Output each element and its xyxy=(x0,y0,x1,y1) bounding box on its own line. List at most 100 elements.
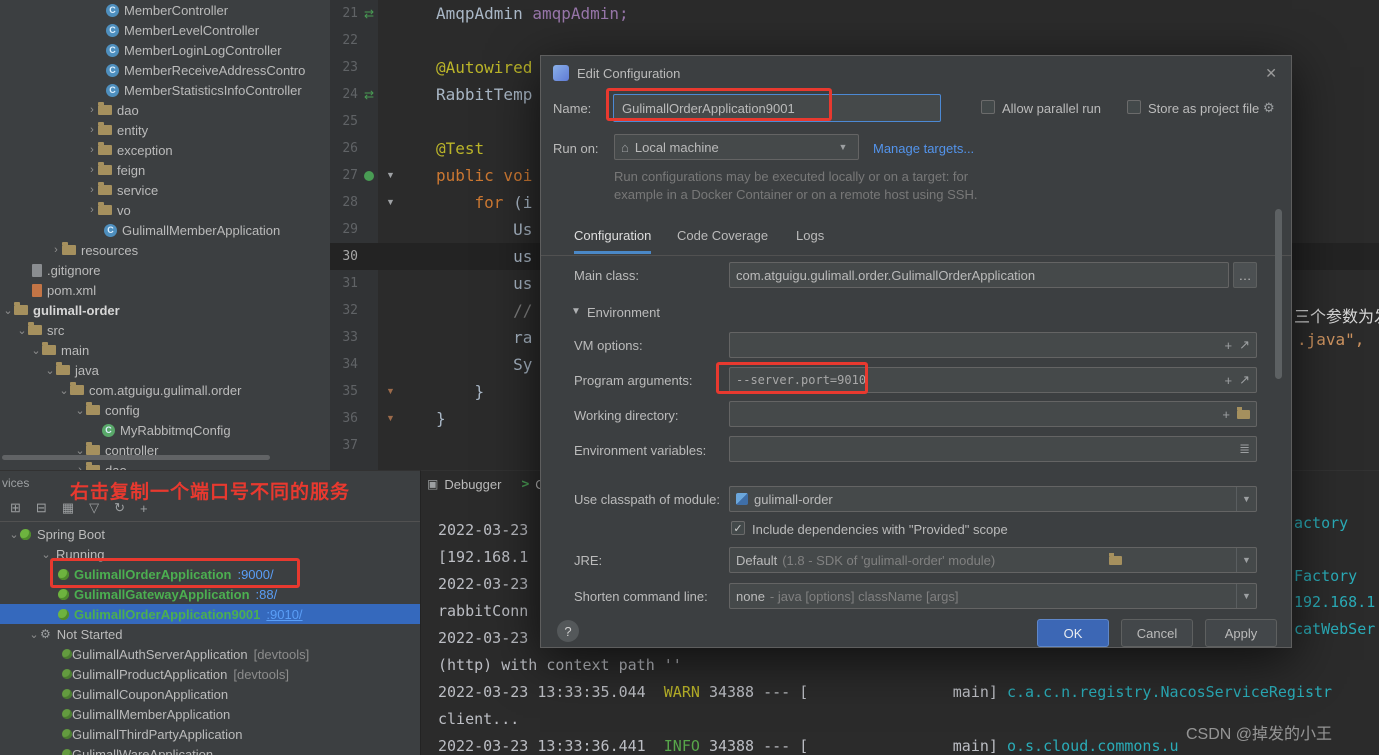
expand-all-icon[interactable]: ⊞ xyxy=(10,500,21,516)
expand-icon[interactable]: ↗ xyxy=(1239,337,1250,353)
chevron-right-icon[interactable] xyxy=(86,104,98,116)
tab-code-coverage[interactable]: Code Coverage xyxy=(677,228,768,251)
tree-item[interactable]: C MemberLevelController xyxy=(0,20,330,40)
classpath-select[interactable]: gulimall-order ▼ xyxy=(729,486,1257,512)
working-directory-field[interactable]: + xyxy=(729,401,1257,427)
chevron-down-icon[interactable]: ▼ xyxy=(1236,487,1256,511)
tree-item[interactable]: resources xyxy=(0,240,330,260)
browse-main-class-button[interactable]: … xyxy=(1233,262,1257,288)
environment-variables-field[interactable]: ≣ xyxy=(729,436,1257,462)
program-arguments-field[interactable]: --server.port=9010 + ↗ xyxy=(729,367,1257,393)
chevron-down-icon[interactable] xyxy=(58,384,70,397)
folder-icon[interactable] xyxy=(1237,406,1250,419)
tree-item[interactable]: src xyxy=(0,320,330,340)
tree-item[interactable]: dao xyxy=(0,460,330,470)
vcs-refresh-icon[interactable]: ⇄ xyxy=(364,88,374,102)
tree-item-module[interactable]: gulimall-order xyxy=(0,300,330,320)
tree-item[interactable]: dao xyxy=(0,100,330,120)
chevron-down-icon[interactable] xyxy=(30,344,42,357)
ok-button[interactable]: OK xyxy=(1037,619,1109,647)
chevron-right-icon[interactable] xyxy=(86,204,98,216)
allow-parallel-checkbox[interactable] xyxy=(981,100,995,114)
run-gutter-icon[interactable] xyxy=(364,170,374,181)
tree-item[interactable]: feign xyxy=(0,160,330,180)
tree-item[interactable]: java xyxy=(0,360,330,380)
tree-item[interactable]: vo xyxy=(0,200,330,220)
tree-item[interactable]: exception xyxy=(0,140,330,160)
service-item[interactable]: GulimallAuthServerApplication [devtools] xyxy=(0,644,420,664)
service-item[interactable]: GulimallWareApplication xyxy=(0,744,420,755)
chevron-right-icon[interactable] xyxy=(86,144,98,156)
service-item[interactable]: GulimallThirdPartyApplication xyxy=(0,724,420,744)
name-input[interactable] xyxy=(613,94,941,122)
service-item-spring-boot[interactable]: Spring Boot xyxy=(0,524,420,544)
environment-section-header[interactable]: Environment xyxy=(587,305,660,320)
cancel-button[interactable]: Cancel xyxy=(1121,619,1193,647)
close-icon[interactable]: ✕ xyxy=(1265,65,1277,82)
tree-item[interactable]: entity xyxy=(0,120,330,140)
plus-icon[interactable]: + xyxy=(1225,373,1233,388)
tree-item[interactable]: .gitignore xyxy=(0,260,330,280)
vm-options-field[interactable]: + ↗ xyxy=(729,332,1257,358)
dialog-scrollbar[interactable] xyxy=(1275,209,1282,379)
tree-item[interactable]: C GulimallMemberApplication xyxy=(0,220,330,240)
tree-item[interactable]: pom.xml xyxy=(0,280,330,300)
service-group-running[interactable]: Running xyxy=(0,544,420,564)
tree-item[interactable]: C MyRabbitmqConfig xyxy=(0,420,330,440)
chevron-right-icon[interactable] xyxy=(86,164,98,176)
include-provided-checkbox[interactable]: ✓ xyxy=(731,521,745,535)
tab-configuration[interactable]: Configuration xyxy=(574,228,652,254)
jre-select[interactable]: Default (1.8 - SDK of 'gulimall-order' m… xyxy=(729,547,1257,573)
tree-item[interactable]: C MemberStatisticsInfoController xyxy=(0,80,330,100)
tree-item[interactable]: config xyxy=(0,400,330,420)
services-tab[interactable]: vices xyxy=(2,476,29,490)
tree-item[interactable]: service xyxy=(0,180,330,200)
browse-list-icon[interactable]: ≣ xyxy=(1239,441,1250,457)
chevron-right-icon[interactable] xyxy=(86,124,98,136)
service-item[interactable]: GulimallMemberApplication xyxy=(0,704,420,724)
expand-icon[interactable]: ↗ xyxy=(1239,372,1250,388)
folder-icon[interactable] xyxy=(1109,552,1123,565)
chevron-down-icon[interactable] xyxy=(28,628,40,641)
run-on-select[interactable]: ⌂ Local machine ▼ xyxy=(614,134,859,160)
tree-item[interactable]: C MemberReceiveAddressContro xyxy=(0,60,330,80)
tree-item[interactable]: C MemberLoginLogController xyxy=(0,40,330,60)
chevron-down-icon[interactable]: ▼ xyxy=(1236,584,1256,608)
service-item[interactable]: GulimallCouponApplication xyxy=(0,684,420,704)
tab-debugger[interactable]: Debugger xyxy=(444,477,501,492)
port-link[interactable]: :9000/ xyxy=(237,567,273,582)
service-group-not-started[interactable]: ⚙Not Started xyxy=(0,624,420,644)
chevron-down-icon[interactable] xyxy=(40,548,52,561)
chevron-down-icon[interactable] xyxy=(44,364,56,377)
dialog-titlebar[interactable]: Edit Configuration ✕ xyxy=(541,56,1291,90)
help-icon[interactable]: ? xyxy=(557,620,579,642)
tree-item[interactable]: com.atguigu.gulimall.order xyxy=(0,380,330,400)
manage-targets-link[interactable]: Manage targets... xyxy=(873,141,974,156)
service-item-selected[interactable]: GulimallOrderApplication9001:9010/ xyxy=(0,604,420,624)
plus-icon[interactable]: + xyxy=(1222,407,1230,422)
chevron-down-icon[interactable] xyxy=(16,324,28,337)
chevron-down-icon[interactable]: ▼ xyxy=(1236,548,1256,572)
chevron-down-icon[interactable] xyxy=(74,404,86,417)
chevron-right-icon[interactable] xyxy=(50,244,62,256)
port-link[interactable]: :9010/ xyxy=(266,607,302,622)
chevron-right-icon[interactable] xyxy=(86,184,98,196)
port-link[interactable]: :88/ xyxy=(256,587,278,602)
gear-icon[interactable]: ⚙ xyxy=(1263,100,1275,116)
tab-logs[interactable]: Logs xyxy=(796,228,824,251)
main-class-field[interactable]: com.atguigu.gulimall.order.GulimallOrder… xyxy=(729,262,1229,288)
tree-item[interactable]: C MemberController xyxy=(0,0,330,20)
collapse-all-icon[interactable]: ⊟ xyxy=(36,500,47,516)
tree-item[interactable]: main xyxy=(0,340,330,360)
service-item[interactable]: GulimallGatewayApplication:88/ xyxy=(0,584,420,604)
service-item[interactable]: GulimallOrderApplication:9000/ xyxy=(0,564,420,584)
apply-button[interactable]: Apply xyxy=(1205,619,1277,647)
vcs-refresh-icon[interactable]: ⇄ xyxy=(364,7,374,21)
chevron-down-icon[interactable] xyxy=(8,528,20,541)
store-project-file-checkbox[interactable] xyxy=(1127,100,1141,114)
shorten-command-line-select[interactable]: none - java [options] className [args] ▼ xyxy=(729,583,1257,609)
horizontal-scrollbar[interactable] xyxy=(2,455,270,460)
chevron-down-icon[interactable]: ▼ xyxy=(571,306,581,317)
service-item[interactable]: GulimallProductApplication [devtools] xyxy=(0,664,420,684)
chevron-down-icon[interactable] xyxy=(2,304,14,317)
